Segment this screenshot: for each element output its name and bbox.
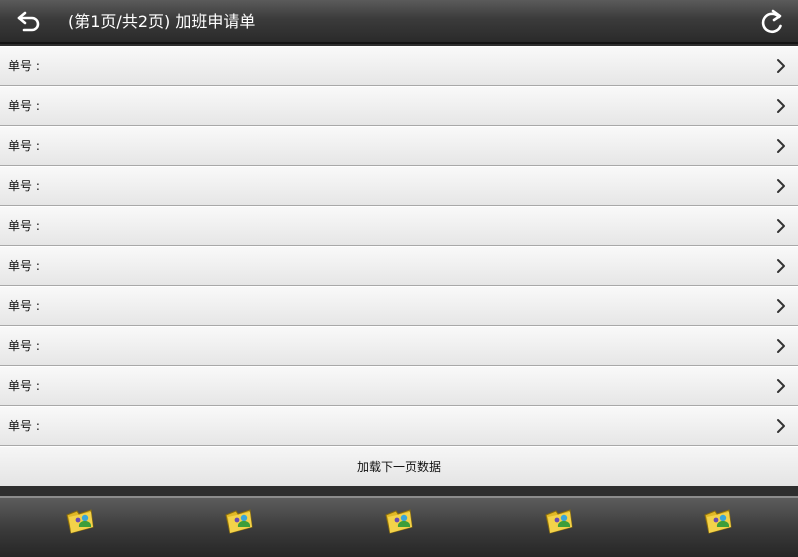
back-arrow-icon	[17, 11, 40, 32]
chevron-right-icon	[777, 419, 785, 433]
chevron-right-icon	[777, 179, 785, 193]
chevron-right-icon	[777, 59, 785, 73]
page-title: (第1页/共2页) 加班申请单	[68, 12, 256, 31]
list-item[interactable]: 单号 :	[0, 246, 798, 286]
toolbar-button-3[interactable]	[359, 498, 439, 544]
list-item[interactable]: 单号 :	[0, 166, 798, 206]
order-number-label: 单号 :	[8, 219, 40, 233]
list-item[interactable]: 单号 :	[0, 206, 798, 246]
list-item[interactable]: 单号 :	[0, 86, 798, 126]
list-item[interactable]: 单号 :	[0, 46, 798, 86]
order-list: 单号 : 单号 : 单号 : 单号 : 单号 : 单号 : 单号 : 单号 : …	[0, 46, 798, 486]
order-number-label: 单号 :	[8, 99, 40, 113]
folder-user-icon	[225, 509, 253, 534]
folder-user-icon	[704, 509, 732, 534]
chevron-right-icon	[777, 219, 785, 233]
order-number-label: 单号 :	[8, 259, 40, 273]
order-number-label: 单号 :	[8, 179, 40, 193]
folder-user-icon	[544, 509, 573, 534]
order-number-label: 单号 :	[8, 299, 40, 313]
chevron-right-icon	[777, 259, 785, 273]
list-item[interactable]: 单号 :	[0, 286, 798, 326]
folder-user-icon	[385, 509, 413, 534]
order-number-label: 单号 :	[8, 339, 40, 353]
chevron-right-icon	[777, 379, 785, 393]
chevron-right-icon	[777, 339, 785, 353]
bottom-toolbar	[0, 496, 798, 557]
list-item[interactable]: 单号 :	[0, 326, 798, 366]
refresh-button[interactable]	[756, 6, 788, 38]
list-item[interactable]: 单号 :	[0, 406, 798, 446]
list-item[interactable]: 单号 :	[0, 366, 798, 406]
folder-user-icon	[66, 509, 94, 534]
list-item[interactable]: 单号 :	[0, 126, 798, 166]
header-bar: (第1页/共2页) 加班申请单	[0, 0, 798, 44]
toolbar-button-1[interactable]	[40, 498, 120, 544]
toolbar-button-4[interactable]	[519, 498, 599, 544]
back-button[interactable]	[12, 6, 46, 36]
toolbar-button-2[interactable]	[199, 498, 279, 544]
chevron-right-icon	[777, 99, 785, 113]
order-number-label: 单号 :	[8, 139, 40, 153]
order-number-label: 单号 :	[8, 59, 40, 73]
chevron-right-icon	[777, 139, 785, 153]
refresh-icon	[761, 9, 782, 34]
load-next-page-button[interactable]: 加载下一页数据	[0, 446, 798, 486]
toolbar-button-5[interactable]	[678, 498, 758, 544]
order-number-label: 单号 :	[8, 379, 40, 393]
chevron-right-icon	[777, 299, 785, 313]
order-number-label: 单号 :	[8, 419, 40, 433]
